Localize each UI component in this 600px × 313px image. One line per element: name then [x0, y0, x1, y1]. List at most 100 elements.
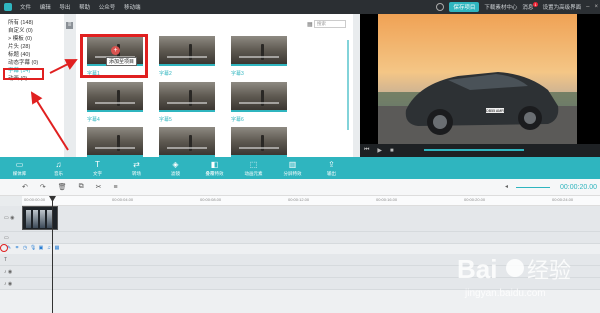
main-toolbar: ▭ 媒体库 ♫ 音乐 T 文字 ⇄ 转场 ◈ 滤镜 ◧ 叠覆特效 ⬚ 动画元素 ▥ 分屏特效 ⇪… — [0, 157, 600, 179]
tool-label: 叠覆特效 — [205, 171, 224, 176]
license-plate-text: DB55 AMR — [486, 109, 504, 113]
collapse-panel-icon[interactable]: ≡ — [66, 22, 73, 29]
crop-icon[interactable]: ⧉ — [79, 183, 84, 191]
subtitle-thumb-9[interactable] — [231, 127, 287, 157]
text-track-icon: T — [4, 257, 8, 263]
add-plus-icon[interactable]: + — [111, 46, 120, 55]
ruler-tick: 00:00:12.00 — [288, 197, 310, 202]
splitscreen-icon: ▥ — [288, 160, 297, 169]
element-icon: ⬚ — [249, 160, 258, 169]
menu-mobile[interactable]: 移动端 — [124, 5, 141, 11]
tool-filter[interactable]: ◈ 滤镜 — [156, 157, 195, 179]
title-bar: 文件 编辑 导出 帮助 公众号 移动端 保存项目 下载素材中心 消息1 设置为高… — [0, 0, 600, 14]
subtitle-thumb-8[interactable] — [159, 127, 215, 157]
zoom-slider[interactable] — [516, 187, 550, 188]
delete-icon[interactable]: 🗑 — [58, 183, 67, 191]
tool-label: 转场 — [132, 171, 141, 176]
timeline-ruler[interactable]: 00:00:00.00 00:00:04.00 00:00:08.00 00:0… — [22, 196, 600, 206]
tool-elements[interactable]: ⬚ 动画元素 — [234, 157, 273, 179]
account-icon[interactable] — [436, 3, 445, 11]
transition-icon: ⇄ — [133, 160, 140, 169]
overlay-icon: ◧ — [210, 160, 219, 169]
watermark-brand-2: 经验 — [527, 258, 571, 283]
menu-bar: 文件 编辑 导出 帮助 公众号 移动端 — [20, 3, 147, 11]
stop-icon[interactable]: ■ — [390, 148, 394, 154]
playback-progress-bar[interactable] — [424, 149, 524, 151]
category-templates[interactable]: > 模板 (0) — [8, 35, 64, 43]
add-to-project-tooltip: 添加至项目 — [106, 57, 138, 66]
mosaic-icon[interactable]: ▦ — [54, 245, 60, 252]
settings-icon[interactable]: ≡ — [114, 184, 118, 191]
download-assets-link[interactable]: 下载素材中心 — [484, 3, 517, 11]
app-logo — [4, 3, 12, 11]
color-icon[interactable]: ▣ — [38, 245, 44, 252]
overlay-track[interactable]: ▭ — [0, 232, 600, 244]
subtitle-thumb-label: 字幕3 — [231, 71, 244, 77]
tool-media[interactable]: ▭ 媒体库 — [0, 157, 39, 179]
redo-icon[interactable]: ↷ — [40, 183, 46, 191]
search-input[interactable]: 搜索 — [314, 20, 346, 28]
filter-icon: ◈ — [172, 160, 179, 169]
close-icon[interactable]: × — [594, 4, 598, 10]
tool-label: 分屏特效 — [283, 171, 302, 176]
export-icon: ⇪ — [328, 160, 335, 169]
minimize-icon[interactable]: – — [586, 4, 589, 10]
grid-view-icon[interactable]: ▦ — [307, 21, 313, 28]
ruler-tick: 00:00:00.00 — [24, 197, 46, 202]
mic-icon[interactable]: 🎙 — [30, 245, 36, 252]
tool-label: 动画元素 — [244, 171, 263, 176]
subtitle-thumb-label: 字幕5 — [159, 117, 172, 123]
watermark: Bai 经验 jingyan.baidu.com — [457, 254, 571, 299]
category-motion-subtitles[interactable]: 动态字幕 (0) — [8, 59, 64, 67]
video-track[interactable]: ▭ ◉ — [0, 206, 600, 232]
clip-frame — [33, 210, 38, 228]
ruler-tick: 00:00:20.00 — [464, 197, 486, 202]
menu-official-account[interactable]: 公众号 — [99, 5, 116, 11]
subtitle-thumb-5[interactable] — [159, 82, 215, 112]
tool-overlay[interactable]: ◧ 叠覆特效 — [195, 157, 234, 179]
speed-icon[interactable]: ◷ — [22, 245, 28, 252]
zoom-slider-icon[interactable]: ◂ — [505, 183, 508, 190]
subtitle-thumb-label: 字幕6 — [231, 117, 244, 123]
undo-icon[interactable]: ↶ — [22, 183, 28, 191]
preview-image: DB55 AMR — [378, 14, 577, 144]
tool-music[interactable]: ♫ 音乐 — [39, 157, 78, 179]
message-count-badge: 1 — [533, 2, 538, 7]
tool-text[interactable]: T 文字 — [78, 157, 117, 179]
menu-edit[interactable]: 编辑 — [40, 5, 51, 11]
crop-icon[interactable]: ⌗ — [14, 245, 20, 252]
category-custom[interactable]: 自定义 (0) — [8, 27, 64, 35]
tool-label: 文字 — [93, 171, 102, 176]
prev-frame-icon[interactable]: ⏮ — [364, 147, 369, 154]
menu-file[interactable]: 文件 — [20, 5, 31, 11]
ruler-tick: 00:00:24.00 — [552, 197, 574, 202]
save-project-button[interactable]: 保存项目 — [449, 2, 480, 12]
playhead[interactable] — [52, 196, 53, 313]
video-track-icon: ▭ ◉ — [4, 215, 15, 221]
category-all[interactable]: 所有 (148) — [8, 19, 64, 27]
audio-track-icon: ♪ ◉ — [4, 269, 13, 275]
grid-scrollbar[interactable] — [347, 40, 349, 130]
subtitle-thumb-4[interactable] — [87, 82, 143, 112]
subtitle-thumb-2[interactable] — [159, 36, 215, 66]
subtitle-thumb-3[interactable] — [231, 36, 287, 66]
tool-export[interactable]: ⇪ 输出 — [312, 157, 351, 179]
tool-transition[interactable]: ⇄ 转场 — [117, 157, 156, 179]
watermark-brand: Bai — [457, 254, 497, 284]
split-icon[interactable]: ✂ — [96, 183, 102, 191]
category-intro[interactable]: 片头 (28) — [8, 43, 64, 51]
menu-help[interactable]: 帮助 — [79, 5, 90, 11]
messages-label: 消息 — [522, 5, 534, 11]
menu-export[interactable]: 导出 — [59, 5, 70, 11]
overlay-track-icon: ▭ — [4, 235, 9, 241]
tool-label: 滤镜 — [171, 171, 180, 176]
tool-splitscreen[interactable]: ▥ 分屏特效 — [273, 157, 312, 179]
highlight-circle — [0, 244, 8, 252]
subtitle-thumb-6[interactable] — [231, 82, 287, 112]
category-titles[interactable]: 标题 (40) — [8, 51, 64, 59]
subtitle-thumb-7[interactable] — [87, 127, 143, 157]
play-icon[interactable]: ▶ — [377, 147, 382, 154]
switch-mode-link[interactable]: 设置为高级界面 — [543, 3, 582, 11]
tool-label: 媒体库 — [12, 171, 27, 176]
messages-link[interactable]: 消息1 — [522, 2, 538, 11]
